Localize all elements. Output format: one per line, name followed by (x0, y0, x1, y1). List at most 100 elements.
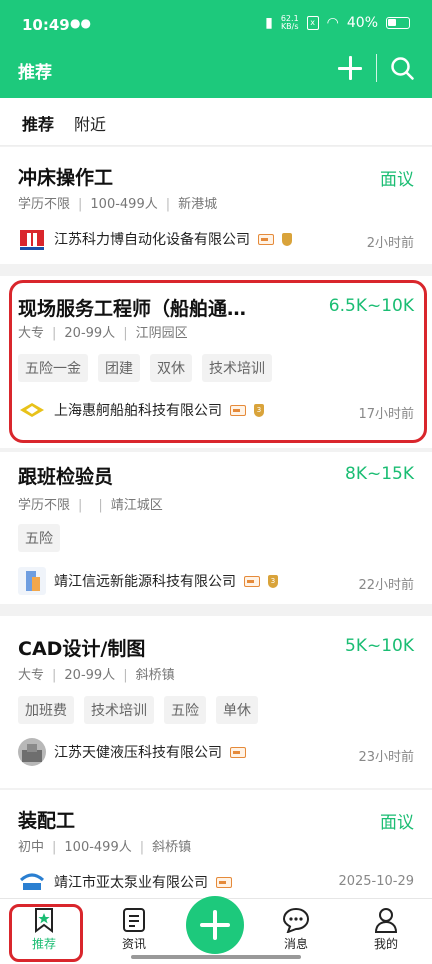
post-fab-button[interactable] (186, 896, 244, 954)
job-title: 现场服务工程师（船舶通… (18, 298, 247, 320)
add-icon[interactable] (338, 56, 362, 80)
sim-icon: x (306, 16, 319, 30)
job-meta: 大专 | 20-99人 | 斜桥镇 (18, 668, 175, 683)
job-size: 20-99人 (64, 668, 116, 683)
job-meta: 学历不限 | 100-499人 | 新港城 (18, 197, 218, 212)
chat-bubble-icon (282, 907, 310, 933)
vibrate-icon: ▮ (265, 15, 273, 31)
job-card[interactable]: 跟班检验员 8K~15K 学历不限 | | 靖江城区 五险 靖江信远新能源科技有限公司… (0, 452, 432, 604)
job-card[interactable]: 装配工 面议 初中 | 100-499人 | 斜桥镇 靖江市亚太泵业有限公司 2025-… (0, 790, 432, 898)
job-tags: 加班费 技术培训 五险 单休 (18, 696, 258, 724)
job-salary: 6.5K~10K (328, 296, 414, 316)
job-tag: 五险 (18, 524, 60, 552)
job-location: 斜桥镇 (135, 668, 175, 683)
job-tag: 技术培训 (84, 696, 154, 724)
nav-recommend[interactable]: 推荐 (14, 907, 74, 952)
tab-nearby[interactable]: 附近 (74, 111, 106, 135)
job-card[interactable]: 冲床操作工 面议 学历不限 | 100-499人 | 新港城 江苏科力博自动化设备有限公… (0, 147, 432, 264)
page-title: 推荐 (18, 63, 52, 83)
divider (376, 54, 377, 82)
post-time: 2025-10-29 (338, 874, 414, 889)
medal-icon: 3 (254, 403, 264, 417)
battery-icon (386, 17, 410, 29)
job-location: 斜桥镇 (152, 840, 192, 855)
post-time: 17小时前 (358, 407, 414, 422)
job-salary: 5K~10K (345, 636, 414, 656)
verified-badge-icon (230, 404, 246, 416)
job-tag: 双休 (150, 354, 192, 382)
company-name: 江苏天健液压科技有限公司 (54, 745, 222, 761)
job-tag: 五险一金 (18, 354, 88, 382)
job-meta: 大专 | 20-99人 | 江阴园区 (18, 326, 188, 341)
job-tag: 五险 (164, 696, 206, 724)
nav-label: 我的 (373, 937, 398, 951)
top-bar: 10:49 ●● ▮ 62.1 KB/s x ◠ 40% 推荐 (0, 0, 432, 98)
job-size: 100-499人 (64, 840, 132, 855)
company-logo (18, 225, 46, 253)
company-name: 靖江市亚太泵业有限公司 (54, 875, 208, 891)
medal-icon (282, 232, 292, 246)
job-meta: 学历不限 | | 靖江城区 (18, 498, 163, 513)
nav-label: 消息 (283, 937, 308, 951)
company-name: 江苏科力博自动化设备有限公司 (54, 232, 250, 248)
job-size: 100-499人 (90, 197, 158, 212)
job-title: CAD设计/制图 (18, 638, 146, 660)
company-row: 江苏天健液压科技有限公司 (18, 738, 246, 766)
status-bar: 10:49 ●● ▮ 62.1 KB/s x ◠ 40% (0, 0, 432, 48)
job-tag: 团建 (98, 354, 140, 382)
app-bar: 推荐 (0, 48, 432, 98)
job-title: 冲床操作工 (18, 167, 114, 189)
job-title: 装配工 (18, 810, 76, 832)
nav-news[interactable]: 资讯 (104, 907, 164, 952)
post-time: 23小时前 (358, 750, 414, 765)
company-name: 靖江信远新能源科技有限公司 (54, 574, 236, 590)
job-card[interactable]: 现场服务工程师（船舶通… 6.5K~10K 大专 | 20-99人 | 江阴园区 五险一… (0, 276, 432, 448)
wifi-icon: ◠ (326, 15, 339, 31)
job-education: 初中 (18, 840, 45, 855)
nav-label: 资讯 (121, 937, 146, 951)
job-tags: 五险 (18, 524, 60, 552)
company-row: 靖江信远新能源科技有限公司 3 (18, 567, 278, 595)
verified-badge-icon (216, 876, 232, 888)
user-icon (374, 908, 398, 933)
company-row: 江苏科力博自动化设备有限公司 (18, 225, 292, 253)
job-location: 新港城 (178, 197, 218, 212)
job-salary: 面议 (380, 170, 414, 190)
verified-badge-icon (258, 233, 274, 245)
news-icon (123, 908, 145, 932)
gesture-bar[interactable] (131, 955, 301, 959)
medal-icon: 3 (268, 574, 278, 588)
verified-badge-icon (244, 575, 260, 587)
job-meta: 初中 | 100-499人 | 斜桥镇 (18, 840, 192, 855)
job-location: 江阴园区 (135, 326, 188, 341)
job-tag: 单休 (216, 696, 258, 724)
battery-text: 40% (346, 15, 378, 31)
post-time: 22小时前 (358, 578, 414, 593)
job-tag: 加班费 (18, 696, 74, 724)
tab-recommend[interactable]: 推荐 (22, 111, 54, 135)
job-title: 跟班检验员 (18, 466, 114, 488)
bookmark-star-icon (35, 908, 53, 933)
search-icon[interactable] (390, 56, 414, 80)
net-speed-unit: KB/s (280, 22, 299, 31)
job-education: 大专 (18, 668, 45, 683)
post-time: 2小时前 (366, 236, 414, 251)
company-logo (18, 396, 46, 424)
verified-badge-icon (230, 746, 246, 758)
company-row: 靖江市亚太泵业有限公司 (18, 868, 232, 896)
job-tag: 技术培训 (202, 354, 272, 382)
wechat-notification-icon: ●● (70, 16, 91, 30)
status-icons: ▮ 62.1 KB/s x ◠ 40% (265, 15, 410, 31)
nav-label: 推荐 (31, 937, 56, 951)
job-card[interactable]: CAD设计/制图 5K~10K 大专 | 20-99人 | 斜桥镇 加班费 技术培训 五… (0, 616, 432, 788)
company-name: 上海惠舸船舶科技有限公司 (54, 403, 222, 419)
job-salary: 面议 (380, 813, 414, 833)
nav-messages[interactable]: 消息 (266, 907, 326, 952)
company-logo (18, 567, 46, 595)
company-logo (18, 738, 46, 766)
job-education: 学历不限 (18, 197, 71, 212)
job-tags: 五险一金 团建 双休 技术培训 (18, 354, 272, 382)
job-education: 大专 (18, 326, 45, 341)
net-speed: 62.1 KB/s (281, 15, 299, 31)
nav-profile[interactable]: 我的 (356, 907, 416, 952)
